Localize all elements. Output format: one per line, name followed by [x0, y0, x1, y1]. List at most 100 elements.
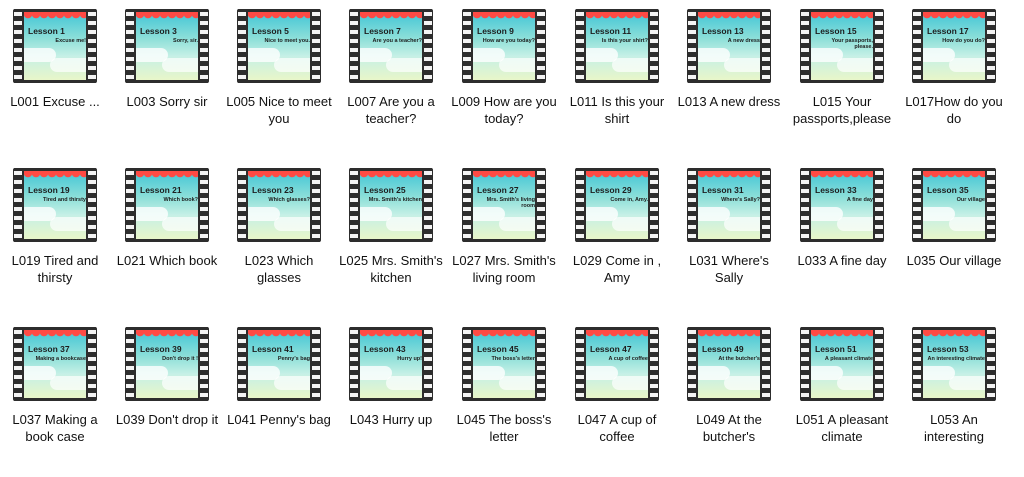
video-thumbnail[interactable]: Lesson 13 A new dress	[687, 9, 771, 83]
film-strip-icon	[312, 327, 320, 401]
file-name[interactable]: L051 A pleasant climate	[787, 411, 897, 445]
file-name[interactable]: L017How do you do	[899, 93, 1009, 127]
video-file-item[interactable]: Lesson 39 Don't drop it ! L039 Don't dro…	[116, 327, 236, 477]
thumbnail-subtitle: A cup of coffee	[608, 356, 648, 362]
video-file-item[interactable]: Lesson 19 Tired and thirsty L019 Tired a…	[12, 168, 124, 318]
film-strip-icon	[238, 168, 246, 242]
thumbnail-subtitle: Excuse me!	[55, 38, 86, 44]
file-name[interactable]: L011 Is this your shirt	[562, 93, 672, 127]
video-thumbnail[interactable]: Lesson 47 A cup of coffee	[575, 327, 659, 401]
video-thumbnail[interactable]: Lesson 53 An interesting climate	[912, 327, 996, 401]
video-thumbnail[interactable]: Lesson 49 At the butcher's	[687, 327, 771, 401]
video-file-item[interactable]: Lesson 29 Come in, Amy. L029 Come in , A…	[573, 168, 686, 318]
video-file-item[interactable]: Lesson 1 Excuse me! L001 Excuse ...	[10, 9, 124, 159]
video-file-item[interactable]: Lesson 49 At the butcher's L049 At the b…	[686, 327, 798, 477]
video-thumbnail[interactable]: Lesson 3 Sorry, sir.	[125, 9, 209, 83]
video-thumbnail[interactable]: Lesson 17 How do you do?	[912, 9, 996, 83]
video-thumbnail[interactable]: Lesson 37 Making a bookcase	[13, 327, 97, 401]
video-file-item[interactable]: Lesson 45 The boss's letter L045 The bos…	[457, 327, 573, 477]
video-thumbnail[interactable]: Lesson 45 The boss's letter	[462, 327, 546, 401]
curtain-icon	[24, 330, 86, 339]
video-thumbnail[interactable]: Lesson 27 Mrs. Smith's living room	[462, 168, 546, 242]
video-file-item[interactable]: Lesson 35 Our village L035 Our village	[907, 168, 1023, 318]
file-name[interactable]: L013 A new dress	[674, 93, 784, 110]
video-thumbnail[interactable]: Lesson 51 A pleasant climate	[800, 327, 884, 401]
video-thumbnail[interactable]: Lesson 33 A fine day	[800, 168, 884, 242]
file-name[interactable]: L021 Which book	[112, 252, 222, 269]
file-name[interactable]: L009 How are you today?	[449, 93, 559, 127]
film-strip-icon	[801, 327, 809, 401]
video-file-item[interactable]: Lesson 5 Nice to meet you. L005 Nice to …	[226, 9, 348, 159]
video-file-item[interactable]: Lesson 53 An interesting climate L053 An…	[911, 327, 1023, 477]
video-thumbnail[interactable]: Lesson 5 Nice to meet you.	[237, 9, 321, 83]
video-thumbnail[interactable]: Lesson 19 Tired and thirsty	[13, 168, 97, 242]
video-thumbnail[interactable]: Lesson 35 Our village	[912, 168, 996, 242]
video-file-item[interactable]: Lesson 33 A fine day L033 A fine day	[798, 168, 911, 318]
video-thumbnail[interactable]: Lesson 15 Your passports, please.	[800, 9, 884, 83]
video-file-item[interactable]: Lesson 23 Which glasses? L023 Which glas…	[236, 168, 348, 318]
file-name[interactable]: L045 The boss's letter	[449, 411, 559, 445]
file-name[interactable]: L053 An interesting	[899, 411, 1009, 445]
video-file-item[interactable]: Lesson 11 Is this your shirt? L011 Is th…	[570, 9, 686, 159]
video-file-item[interactable]: Lesson 21 Which book? L021 Which book	[117, 168, 236, 318]
file-name[interactable]: L031 Where's Sally	[674, 252, 784, 286]
file-name[interactable]: L047 A cup of coffee	[562, 411, 672, 445]
video-thumbnail[interactable]: Lesson 1 Excuse me!	[13, 9, 97, 83]
file-name[interactable]: L003 Sorry sir	[112, 93, 222, 110]
file-name[interactable]: L015 Your passports,please	[787, 93, 897, 127]
file-name[interactable]: L005 Nice to meet you	[224, 93, 334, 127]
video-file-item[interactable]: Lesson 17 How do you do? L017How do you …	[905, 9, 1023, 159]
thumbnail-screen: Lesson 35 Our village	[923, 171, 985, 239]
video-thumbnail[interactable]: Lesson 39 Don't drop it !	[125, 327, 209, 401]
video-thumbnail[interactable]: Lesson 21 Which book?	[125, 168, 209, 242]
video-file-item[interactable]: Lesson 27 Mrs. Smith's living room L027 …	[452, 168, 573, 318]
video-file-item[interactable]: Lesson 25 Mrs. Smith's kitchen L025 Mrs.…	[339, 168, 460, 318]
file-name[interactable]: L039 Don't drop it	[112, 411, 222, 428]
video-thumbnail[interactable]: Lesson 41 Penny's bag	[237, 327, 321, 401]
video-thumbnail[interactable]: Lesson 43 Hurry up!	[349, 327, 433, 401]
file-name[interactable]: L035 Our village	[899, 252, 1009, 269]
video-thumbnail[interactable]: Lesson 25 Mrs. Smith's kitchen	[349, 168, 433, 242]
thumbnail-lesson: Lesson 9	[477, 26, 514, 36]
video-file-item[interactable]: Lesson 51 A pleasant climate L051 A plea…	[796, 327, 911, 477]
thumbnail-screen: Lesson 41 Penny's bag	[248, 330, 310, 398]
video-file-item[interactable]: Lesson 9 How are you today? L009 How are…	[451, 9, 573, 159]
video-thumbnail[interactable]: Lesson 11 Is this your shirt?	[575, 9, 659, 83]
file-name[interactable]: L019 Tired and thirsty	[0, 252, 110, 286]
video-file-item[interactable]: Lesson 47 A cup of coffee L047 A cup of …	[574, 327, 686, 477]
video-file-item[interactable]: Lesson 15 Your passports, please. L015 Y…	[793, 9, 911, 159]
file-name[interactable]: L027 Mrs. Smith's living room	[449, 252, 559, 286]
file-name[interactable]: L007 Are you a teacher?	[336, 93, 446, 127]
thumbnail-subtitle: How are you today?	[482, 38, 535, 44]
film-strip-icon	[913, 9, 921, 83]
thumbnail-lesson: Lesson 3	[140, 26, 177, 36]
thumbnail-lesson: Lesson 33	[815, 185, 857, 195]
thumbnail-subtitle: Which book?	[163, 197, 198, 203]
video-file-item[interactable]: Lesson 3 Sorry, sir. L003 Sorry sir	[124, 9, 236, 159]
curtain-icon	[360, 12, 422, 21]
file-name[interactable]: L049 At the butcher's	[674, 411, 784, 445]
video-file-item[interactable]: Lesson 7 Are you a teacher? L007 Are you…	[347, 9, 460, 159]
video-thumbnail[interactable]: Lesson 31 Where's Sally?	[687, 168, 771, 242]
video-thumbnail[interactable]: Lesson 7 Are you a teacher?	[349, 9, 433, 83]
file-name[interactable]: L029 Come in , Amy	[562, 252, 672, 286]
file-name[interactable]: L023 Which glasses	[224, 252, 334, 286]
file-name[interactable]: L025 Mrs. Smith's kitchen	[336, 252, 446, 286]
film-strip-icon	[576, 168, 584, 242]
file-name[interactable]: L033 A fine day	[787, 252, 897, 269]
file-name[interactable]: L043 Hurry up	[336, 411, 446, 428]
file-name[interactable]: L041 Penny's bag	[224, 411, 334, 428]
video-file-item[interactable]: Lesson 41 Penny's bag L041 Penny's bag	[227, 327, 348, 477]
video-file-item[interactable]: Lesson 43 Hurry up! L043 Hurry up	[348, 327, 460, 477]
video-thumbnail[interactable]: Lesson 23 Which glasses?	[237, 168, 321, 242]
video-file-item[interactable]: Lesson 31 Where's Sally? L031 Where's Sa…	[686, 168, 798, 318]
thumbnail-subtitle: Penny's bag	[277, 356, 310, 362]
file-name[interactable]: L001 Excuse ...	[0, 93, 110, 110]
thumbnail-subtitle: Which glasses?	[268, 197, 310, 203]
file-name[interactable]: L037 Making a book case	[0, 411, 110, 445]
video-thumbnail[interactable]: Lesson 9 How are you today?	[462, 9, 546, 83]
video-file-item[interactable]: Lesson 13 A new dress L013 A new dress	[678, 9, 798, 159]
video-file-item[interactable]: Lesson 37 Making a bookcase L037 Making …	[12, 327, 124, 477]
thumbnail-lesson: Lesson 47	[590, 344, 632, 354]
video-thumbnail[interactable]: Lesson 29 Come in, Amy.	[575, 168, 659, 242]
